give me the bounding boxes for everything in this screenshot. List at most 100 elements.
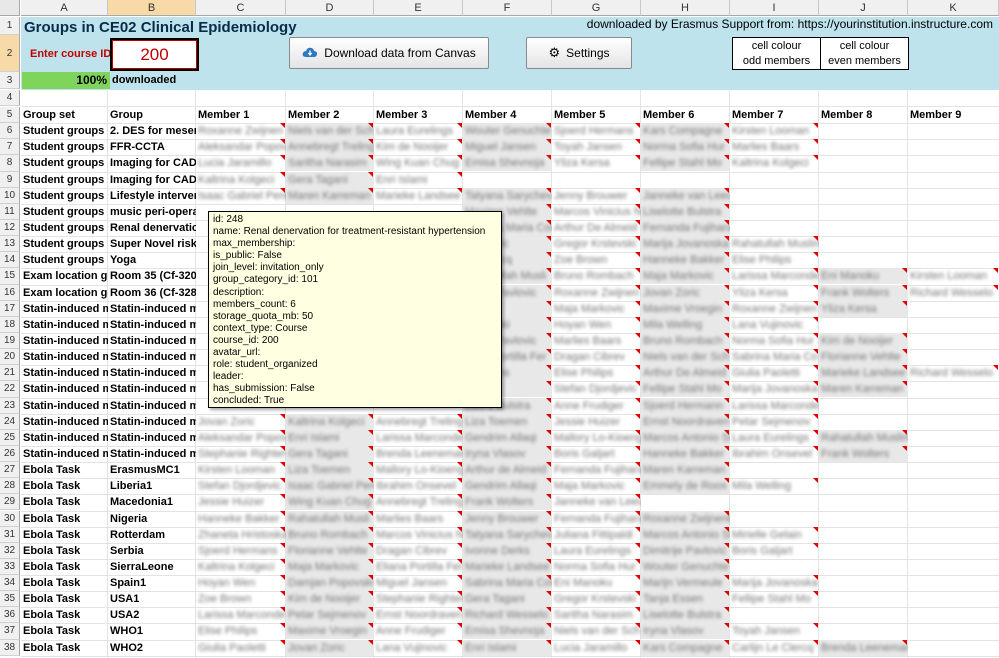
column-header-i[interactable]: I <box>730 0 819 16</box>
group-cell[interactable]: Macedonia1 <box>108 494 196 510</box>
member-cell[interactable]: Dragan Cibrev <box>374 543 463 559</box>
group-cell[interactable]: Super Novel risk i <box>108 236 196 252</box>
member-cell[interactable]: Frank Wolters <box>819 284 908 301</box>
member-cell[interactable]: Kars Compagne <box>641 639 730 656</box>
member-cell[interactable]: Petar Sejmenov <box>730 414 819 430</box>
member-cell[interactable]: Norma Sofia Hur <box>552 559 641 575</box>
group-cell[interactable]: Statin-induced m <box>108 317 196 333</box>
group-cell[interactable]: WHO2 <box>108 640 196 656</box>
member-cell[interactable]: Zoe Brown <box>552 252 641 268</box>
group-set-cell[interactable]: Ebola Task <box>21 607 108 623</box>
group-set-cell[interactable]: Ebola Task <box>21 527 108 543</box>
member-cell[interactable]: Damjan Popovski <box>286 575 374 592</box>
header-cell[interactable]: Group set <box>21 107 108 123</box>
header-cell[interactable]: Member 4 <box>463 107 552 123</box>
member-cell[interactable]: Hanneke Bakker <box>196 511 286 527</box>
member-cell[interactable]: Kirsten Looman <box>730 123 819 139</box>
row-header-32[interactable]: 32 <box>0 542 20 559</box>
member-cell[interactable]: Stephanie Righter <box>196 446 286 462</box>
member-cell[interactable]: Sjoerd Hermans <box>196 543 286 559</box>
group-set-cell[interactable]: Statin-induced m <box>21 317 108 333</box>
group-cell[interactable]: WHO1 <box>108 623 196 639</box>
row-header-4[interactable]: 4 <box>0 90 20 106</box>
member-cell[interactable]: Norma Sofia Hur <box>641 139 730 156</box>
row-header-12[interactable]: 12 <box>0 219 20 237</box>
member-cell[interactable]: Maxime Vroegin <box>286 623 374 640</box>
member-cell[interactable]: Jenny Brouwer <box>552 188 641 204</box>
row-header-30[interactable]: 30 <box>0 510 20 527</box>
column-header-j[interactable]: J <box>819 0 908 16</box>
member-cell[interactable]: Eni Manoku <box>552 575 641 591</box>
row-header-27[interactable]: 27 <box>0 462 20 479</box>
row-header-25[interactable]: 25 <box>0 429 20 446</box>
member-cell[interactable]: Jovan Zoric <box>641 284 730 301</box>
member-cell[interactable]: Emmely de Roos <box>641 478 730 495</box>
group-cell[interactable]: Renal denervatio <box>108 220 196 236</box>
member-cell[interactable]: Marcos Vinicius N <box>552 204 641 220</box>
member-cell[interactable]: Carlijn Le Clercq <box>730 640 819 656</box>
member-cell[interactable]: Miguel Jansen <box>463 139 552 156</box>
member-cell[interactable]: Wouter Genuchte <box>641 558 730 575</box>
column-header-f[interactable]: F <box>463 0 552 16</box>
group-set-cell[interactable]: Ebola Task <box>21 462 108 478</box>
group-set-cell[interactable]: Student groups <box>21 188 108 204</box>
row-header-2[interactable]: 2 <box>0 35 20 72</box>
group-cell[interactable]: Yoga <box>108 252 196 268</box>
member-cell[interactable]: Kim de Nooijer <box>819 332 908 349</box>
group-set-cell[interactable]: Ebola Task <box>21 511 108 527</box>
member-cell[interactable]: Frank Wolters <box>819 445 908 462</box>
member-cell[interactable]: Marlies Baars <box>374 511 463 527</box>
member-cell[interactable]: Gera Tagani <box>463 591 552 608</box>
member-cell[interactable]: Aleksandar Popov <box>196 430 286 446</box>
member-cell[interactable]: Dragan Cibrev <box>552 349 641 365</box>
group-cell[interactable]: music peri-operat <box>108 204 196 220</box>
row-header-11[interactable]: 11 <box>0 203 20 220</box>
member-cell[interactable]: Kaltrina Kolgeci <box>730 155 819 171</box>
group-set-cell[interactable]: Statin-induced m <box>21 446 108 462</box>
member-cell[interactable]: Rahatullah Musli <box>286 510 374 527</box>
member-cell[interactable]: Sabrina Maria Cor <box>463 575 552 592</box>
member-cell[interactable]: Laura Eurelings <box>552 543 641 559</box>
group-set-cell[interactable]: Student groups <box>21 236 108 252</box>
header-cell[interactable]: Group <box>108 107 196 123</box>
group-cell[interactable]: Liberia1 <box>108 478 196 494</box>
column-header-g[interactable]: G <box>552 0 641 16</box>
group-cell[interactable]: Imaging for CAD <box>108 155 196 171</box>
course-id-input[interactable]: 200 <box>110 38 199 71</box>
download-data-button[interactable]: Download data from Canvas <box>289 37 489 69</box>
member-cell[interactable]: Yliza Kersa <box>552 155 641 171</box>
group-set-cell[interactable]: Ebola Task <box>21 494 108 510</box>
column-header-d[interactable]: D <box>286 0 374 16</box>
member-cell[interactable]: Niels van der Sch <box>286 123 374 140</box>
row-header-6[interactable]: 6 <box>0 123 20 140</box>
row-header-23[interactable]: 23 <box>0 397 20 414</box>
member-cell[interactable]: Mila Welling <box>730 478 819 494</box>
header-cell[interactable]: Member 6 <box>641 107 730 123</box>
row-header-17[interactable]: 17 <box>0 300 20 317</box>
member-cell[interactable]: Stephanie Righter <box>374 591 463 607</box>
member-cell[interactable]: Annebregt Treling <box>286 139 374 156</box>
member-cell[interactable]: Aleksandar Popov <box>196 139 286 155</box>
member-cell[interactable]: Marlies Baars <box>730 139 819 155</box>
group-set-cell[interactable]: Student groups <box>21 220 108 236</box>
member-cell[interactable]: Liselotte Bulstra <box>641 607 730 624</box>
member-cell[interactable]: Maja Markovic <box>552 301 641 317</box>
group-set-cell[interactable]: Exam location gro <box>21 285 108 301</box>
group-set-cell[interactable]: Statin-induced m <box>21 381 108 397</box>
member-cell[interactable]: Lucia Jaramillo <box>196 155 286 171</box>
member-cell[interactable]: Zhaneta Hristoska <box>196 527 286 543</box>
member-cell[interactable]: Laura Eurelings <box>374 123 463 139</box>
settings-button[interactable]: ⚙ Settings <box>526 37 632 69</box>
member-cell[interactable]: Larissa Marconde <box>196 607 286 623</box>
member-cell[interactable]: Lana Vujinovic <box>374 640 463 656</box>
member-cell[interactable]: Rahatullah Muslim <box>730 236 819 252</box>
member-cell[interactable]: Yliza Kersa <box>730 285 819 301</box>
row-header-7[interactable]: 7 <box>0 139 20 156</box>
member-cell[interactable]: Marcos Antonio Sil <box>641 526 730 543</box>
member-cell[interactable]: Marieke Landsee <box>463 558 552 575</box>
header-cell[interactable]: Member 9 <box>908 107 999 123</box>
member-cell[interactable]: Jenny Brouwer <box>463 510 552 527</box>
group-set-cell[interactable]: Exam location gro <box>21 268 108 284</box>
group-cell[interactable]: Statin-induced m <box>108 398 196 414</box>
column-header-c[interactable]: C <box>196 0 286 16</box>
